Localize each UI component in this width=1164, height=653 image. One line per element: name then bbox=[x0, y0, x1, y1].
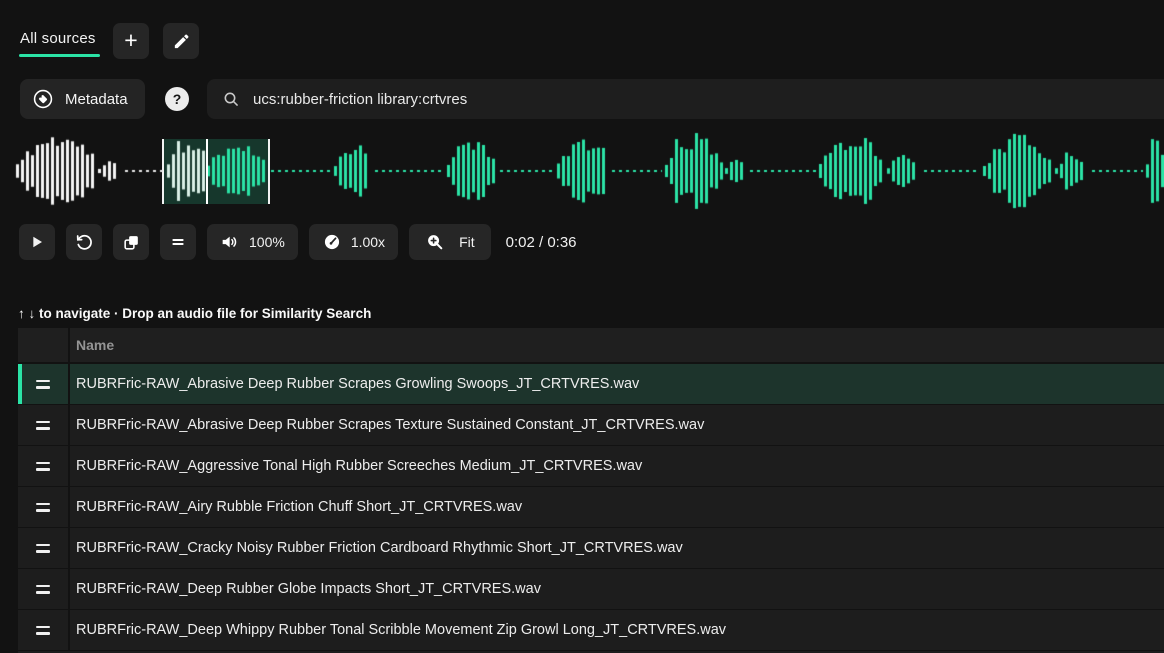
app-window: All sources + Metadata ? bbox=[0, 0, 1164, 653]
drag-handle-icon bbox=[36, 503, 50, 506]
file-name: RUBRFric-RAW_Deep Rubber Globe Impacts S… bbox=[76, 581, 541, 597]
row-drag-handle[interactable] bbox=[18, 528, 70, 568]
drag-handle-icon bbox=[36, 380, 50, 383]
play-icon bbox=[29, 234, 45, 250]
zoom-in-icon bbox=[425, 232, 445, 252]
loop-button[interactable] bbox=[66, 224, 102, 260]
row-drag-handle[interactable] bbox=[18, 569, 70, 609]
drag-handle-icon bbox=[36, 626, 50, 629]
table-row[interactable]: RUBRFric-RAW_Cracky Noisy Rubber Frictio… bbox=[18, 528, 1164, 568]
table-row[interactable]: RUBRFric-RAW_Abrasive Deep Rubber Scrape… bbox=[18, 405, 1164, 445]
add-source-button[interactable]: + bbox=[113, 23, 149, 59]
tag-icon bbox=[32, 88, 54, 110]
file-name: RUBRFric-RAW_Deep Whippy Rubber Tonal Sc… bbox=[76, 622, 726, 638]
waveform-canvas[interactable] bbox=[0, 128, 1164, 216]
equals-button[interactable] bbox=[160, 224, 196, 260]
zoom-mode-label: Fit bbox=[459, 234, 475, 250]
volume-value: 100% bbox=[249, 234, 285, 250]
metadata-filter-button[interactable]: Metadata bbox=[20, 79, 145, 119]
file-name: RUBRFric-RAW_Aggressive Tonal High Rubbe… bbox=[76, 458, 642, 474]
play-button[interactable] bbox=[19, 224, 55, 260]
table-row[interactable]: RUBRFric-RAW_Abrasive Deep Rubber Scrape… bbox=[18, 364, 1164, 404]
copy-icon bbox=[122, 233, 141, 252]
search-bar bbox=[207, 79, 1164, 119]
column-header-name[interactable]: Name bbox=[70, 328, 1164, 362]
waveform bbox=[0, 128, 1164, 216]
table-body: RUBRFric-RAW_Abrasive Deep Rubber Scrape… bbox=[18, 364, 1164, 653]
transport-bar: 100% 1.00x Fit 0:02 / 0:36 bbox=[19, 224, 577, 260]
results-table: Name RUBRFric-RAW_Abrasive Deep Rubber S… bbox=[18, 328, 1164, 653]
table-row[interactable]: RUBRFric-RAW_Deep Rubber Globe Impacts S… bbox=[18, 569, 1164, 609]
search-icon bbox=[221, 89, 241, 109]
table-header: Name bbox=[18, 328, 1164, 362]
file-name: RUBRFric-RAW_Airy Rubble Friction Chuff … bbox=[76, 499, 522, 515]
plus-icon: + bbox=[124, 29, 137, 52]
playback-speed-button[interactable]: 1.00x bbox=[309, 224, 398, 260]
speaker-icon bbox=[220, 232, 240, 252]
help-button[interactable]: ? bbox=[165, 87, 189, 111]
playhead[interactable] bbox=[206, 139, 208, 204]
file-name: RUBRFric-RAW_Abrasive Deep Rubber Scrape… bbox=[76, 376, 639, 392]
active-tab-underline bbox=[19, 54, 100, 57]
equals-icon bbox=[169, 233, 187, 251]
handle-column-header bbox=[18, 328, 70, 362]
copy-button[interactable] bbox=[113, 224, 149, 260]
table-row[interactable]: RUBRFric-RAW_Deep Whippy Rubber Tonal Sc… bbox=[18, 610, 1164, 650]
drag-handle-icon bbox=[36, 462, 50, 465]
edit-sources-button[interactable] bbox=[163, 23, 199, 59]
volume-button[interactable]: 100% bbox=[207, 224, 298, 260]
drag-handle-icon bbox=[36, 544, 50, 547]
speed-value: 1.00x bbox=[351, 234, 385, 250]
table-row[interactable]: RUBRFric-RAW_Aggressive Tonal High Rubbe… bbox=[18, 446, 1164, 486]
metadata-label: Metadata bbox=[65, 91, 128, 108]
row-drag-handle[interactable] bbox=[18, 405, 70, 445]
row-drag-handle[interactable] bbox=[18, 364, 70, 404]
table-row[interactable]: RUBRFric-RAW_Airy Rubble Friction Chuff … bbox=[18, 487, 1164, 527]
file-name: RUBRFric-RAW_Cracky Noisy Rubber Frictio… bbox=[76, 540, 683, 556]
zoom-fit-button[interactable]: Fit bbox=[409, 224, 491, 260]
row-drag-handle[interactable] bbox=[18, 610, 70, 650]
question-mark-icon: ? bbox=[173, 91, 182, 107]
pencil-icon bbox=[172, 32, 191, 51]
navigation-hint: ↑ ↓ to navigate · Drop an audio file for… bbox=[18, 306, 371, 321]
speedometer-icon bbox=[322, 232, 342, 252]
drag-handle-icon bbox=[36, 421, 50, 424]
rotate-ccw-icon bbox=[75, 233, 94, 252]
tab-all-sources[interactable]: All sources bbox=[20, 30, 96, 47]
file-name: RUBRFric-RAW_Abrasive Deep Rubber Scrape… bbox=[76, 417, 704, 433]
search-input[interactable] bbox=[251, 90, 1164, 109]
tab-all-sources-label: All sources bbox=[20, 30, 96, 47]
row-drag-handle[interactable] bbox=[18, 487, 70, 527]
drag-handle-icon bbox=[36, 585, 50, 588]
row-drag-handle[interactable] bbox=[18, 446, 70, 486]
time-display: 0:02 / 0:36 bbox=[506, 234, 577, 251]
